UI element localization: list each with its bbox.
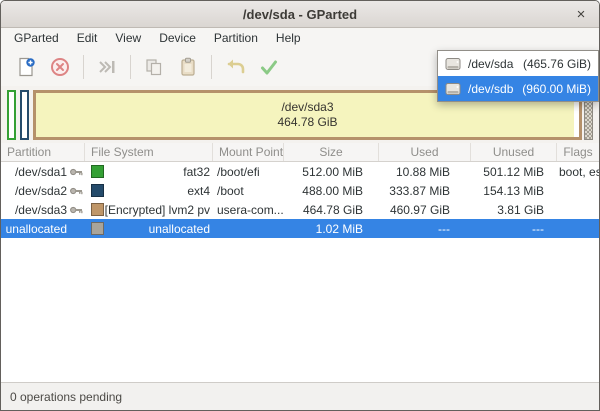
- menu-edit[interactable]: Edit: [68, 29, 107, 47]
- unused-value: 3.81 GiB: [471, 203, 557, 217]
- statusbar: 0 operations pending: [1, 382, 599, 410]
- disk-segment-sda1[interactable]: [7, 90, 16, 140]
- key-icon: [67, 186, 85, 196]
- toolbar-separator: [130, 55, 131, 79]
- harddisk-icon: [445, 57, 461, 71]
- size-value: 488.00 MiB: [284, 184, 379, 198]
- used-value: 333.87 MiB: [379, 184, 471, 198]
- menu-view[interactable]: View: [106, 29, 150, 47]
- gparted-window: /dev/sda - GParted × GParted Edit View D…: [0, 0, 600, 411]
- fs-color-swatch: [91, 184, 104, 197]
- key-icon: [67, 205, 85, 215]
- window-title: /dev/sda - GParted: [243, 7, 357, 22]
- menu-gparted[interactable]: GParted: [5, 29, 68, 47]
- device-dropdown: /dev/sda (465.76 GiB) /dev/sdb (960.00 M…: [437, 50, 599, 102]
- fs-color-swatch: [91, 203, 104, 216]
- resize-move-icon: [95, 55, 119, 79]
- disk-segment-sda2[interactable]: [20, 90, 29, 140]
- delete-partition-button[interactable]: [44, 52, 76, 82]
- mount-point: usera-com...: [213, 203, 284, 217]
- paste-button[interactable]: [172, 52, 204, 82]
- device-size: (465.76 GiB): [523, 57, 591, 71]
- menu-partition[interactable]: Partition: [205, 29, 267, 47]
- header-mountpoint: Mount Point: [213, 143, 284, 161]
- copy-icon: [142, 55, 166, 79]
- device-size: (960.00 MiB): [522, 82, 591, 96]
- undo-button[interactable]: [219, 52, 251, 82]
- device-option-sdb[interactable]: /dev/sdb (960.00 MiB): [438, 76, 598, 101]
- partition-name: /dev/sda2: [15, 184, 67, 198]
- partition-name: /dev/sda1: [15, 165, 67, 179]
- unused-value: 154.13 MiB: [471, 184, 557, 198]
- flags-value: boot, esp: [557, 165, 599, 179]
- menubar: GParted Edit View Device Partition Help: [1, 28, 599, 48]
- partition-table: Partition File System Mount Point Size U…: [1, 143, 599, 382]
- table-empty-area: [1, 238, 599, 382]
- unused-value: ---: [471, 222, 557, 236]
- header-unused: Unused: [471, 143, 557, 161]
- titlebar: /dev/sda - GParted ×: [1, 1, 599, 28]
- new-partition-button[interactable]: [10, 52, 42, 82]
- unused-value: 501.12 MiB: [471, 165, 557, 179]
- size-value: 512.00 MiB: [284, 165, 379, 179]
- used-value: 460.97 GiB: [379, 203, 471, 217]
- mount-point: /boot: [213, 184, 284, 198]
- fs-name: ext4: [104, 184, 213, 198]
- toolbar-separator: [83, 55, 84, 79]
- header-used: Used: [379, 143, 471, 161]
- size-value: 1.02 MiB: [284, 222, 379, 236]
- device-name: /dev/sda: [468, 57, 513, 71]
- fs-name: fat32: [104, 165, 213, 179]
- operations-pending-text: 0 operations pending: [10, 390, 122, 404]
- harddisk-icon: [445, 82, 461, 96]
- table-header: Partition File System Mount Point Size U…: [1, 143, 599, 162]
- fs-color-swatch: [91, 165, 104, 178]
- header-partition: Partition: [1, 143, 85, 161]
- apply-icon: [257, 55, 281, 79]
- segment-label: /dev/sda3: [281, 100, 333, 115]
- new-partition-icon: [14, 55, 38, 79]
- undo-icon: [223, 55, 247, 79]
- delete-icon: [48, 55, 72, 79]
- table-row-sda3[interactable]: /dev/sda3 [Encrypted] lvm2 pv usera-com.…: [1, 200, 599, 219]
- used-value: ---: [379, 222, 471, 236]
- fs-color-swatch: [91, 222, 104, 235]
- device-option-sda[interactable]: /dev/sda (465.76 GiB): [438, 51, 598, 76]
- resize-move-button[interactable]: [91, 52, 123, 82]
- table-row-unallocated[interactable]: unallocated unallocated 1.02 MiB --- ---: [1, 219, 599, 238]
- header-flags: Flags: [557, 143, 599, 161]
- paste-icon: [176, 55, 200, 79]
- fs-name: unallocated: [104, 222, 213, 236]
- apply-button[interactable]: [253, 52, 285, 82]
- table-row-sda2[interactable]: /dev/sda2 ext4 /boot 488.00 MiB 333.87 M…: [1, 181, 599, 200]
- fs-name: [Encrypted] lvm2 pv: [104, 203, 213, 217]
- menu-help[interactable]: Help: [267, 29, 310, 47]
- device-name: /dev/sdb: [468, 82, 513, 96]
- used-value: 10.88 MiB: [379, 165, 471, 179]
- menu-device[interactable]: Device: [150, 29, 205, 47]
- toolbar-separator: [211, 55, 212, 79]
- key-icon: [67, 167, 85, 177]
- close-icon[interactable]: ×: [571, 4, 591, 24]
- copy-button[interactable]: [138, 52, 170, 82]
- size-value: 464.78 GiB: [284, 203, 379, 217]
- segment-size-label: 464.78 GiB: [277, 115, 337, 130]
- table-row-sda1[interactable]: /dev/sda1 fat32 /boot/efi 512.00 MiB 10.…: [1, 162, 599, 181]
- partition-name: unallocated: [6, 222, 67, 236]
- header-filesystem: File System: [85, 143, 213, 161]
- mount-point: /boot/efi: [213, 165, 284, 179]
- partition-name: /dev/sda3: [15, 203, 67, 217]
- header-size: Size: [284, 143, 379, 161]
